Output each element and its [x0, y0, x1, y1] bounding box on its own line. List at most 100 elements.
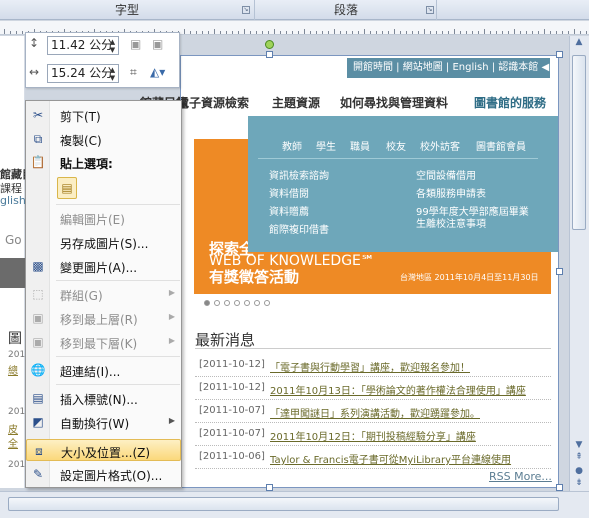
menu-item-label: 編輯圖片(E) [60, 213, 125, 227]
previous-page-icon[interactable]: ⇞ [572, 452, 586, 462]
ruler-tick [574, 29, 575, 34]
ribbon-strip: 字型 ↘ 段落 ↘ [0, 0, 589, 20]
menu-item-edit-picture[interactable]: 編輯圖片(E) [26, 207, 181, 229]
ruler-tick [292, 31, 293, 34]
ruler-tick [466, 31, 467, 34]
menu-item-hyperlink[interactable]: 🌐 超連結(I)... [26, 359, 181, 381]
ruler-tick [250, 31, 251, 34]
ruler-tick [310, 31, 311, 34]
scroll-down-icon[interactable]: ▼ [572, 440, 586, 450]
ruler-tick [244, 29, 245, 34]
ruler-tick [538, 31, 539, 34]
wrap-text-icon: ◩ [32, 415, 44, 429]
menu-item-cut[interactable]: ✂ 剪下(T) [26, 104, 181, 126]
ruler-tick [454, 29, 455, 34]
resize-handle-right[interactable] [556, 268, 563, 275]
height-spinner[interactable]: 11.42 公分 ▲ ▼ [47, 36, 119, 55]
ruler-tick [382, 31, 383, 34]
ruler-tick [268, 31, 269, 34]
ruler-tick [388, 31, 389, 34]
send-backward-icon[interactable]: ▣ [152, 37, 163, 51]
web-fragment: Go [5, 233, 22, 247]
ruler-tick [406, 31, 407, 34]
ruler-tick [430, 31, 431, 34]
menu-item-label: 複製(C) [60, 134, 102, 148]
crop-icon[interactable]: ⌗ [130, 65, 137, 80]
menu-item-insert-caption[interactable]: ▤ 插入標號(N)... [26, 387, 181, 409]
caption-icon: ▤ [32, 391, 44, 405]
paragraph-group-label: 段落 [256, 0, 437, 20]
menu-item-label: 大小及位置...(Z) [61, 446, 151, 460]
menu-item-group[interactable]: ⬚ 群組(G) ▶ [26, 283, 181, 305]
menu-item-bring-to-front[interactable]: ▣ 移到最上層(R) ▶ [26, 307, 181, 329]
rotate-handle[interactable] [265, 40, 274, 49]
ruler-tick [184, 29, 185, 34]
resize-handle-top[interactable] [266, 51, 273, 58]
menu-separator [56, 384, 180, 385]
ruler-tick [502, 31, 503, 34]
picture-mini-toolbar: ↕ 11.42 公分 ▲ ▼ ▣ ▣ ↔ 15.24 公分 ▲ ▼ ⌗ ◭▾ [25, 32, 180, 88]
paragraph-dialog-launcher-icon[interactable]: ↘ [426, 6, 434, 14]
ruler-tick [214, 29, 215, 34]
resize-handle-bottom[interactable] [266, 484, 273, 491]
web-fragment: 皮 [8, 425, 18, 436]
vertical-scroll-thumb[interactable] [572, 55, 586, 230]
menu-item-label: 超連結(I)... [60, 365, 121, 379]
font-group-label: 字型 [0, 0, 255, 20]
ruler-tick [496, 31, 497, 34]
scroll-up-icon[interactable]: ▲ [572, 37, 586, 47]
ruler-tick [328, 31, 329, 34]
ruler-tick [412, 31, 413, 34]
bring-forward-icon[interactable]: ▣ [130, 37, 141, 51]
ruler-tick [280, 31, 281, 34]
menu-item-label: 貼上選項: [60, 157, 113, 171]
ruler-tick [490, 31, 491, 34]
copy-icon: ⧉ [33, 132, 43, 146]
menu-item-save-as-picture[interactable]: 另存成圖片(S)... [26, 231, 181, 253]
ruler-tick [436, 31, 437, 34]
menu-item-label: 設定圖片格式(O)... [60, 469, 163, 483]
web-fragment: 201 [8, 407, 26, 417]
spinner-arrows-icon[interactable]: ▲ ▼ [108, 66, 117, 82]
menu-item-label: 移到最下層(K) [60, 337, 138, 351]
text-wrap-icon[interactable]: ◭▾ [150, 65, 165, 79]
ruler-tick [220, 31, 221, 34]
hyperlink-icon: 🌐 [30, 363, 46, 377]
menu-item-size-and-position[interactable]: ⧈ 大小及位置...(Z) [26, 439, 181, 461]
web-fragment: 全 [8, 439, 18, 450]
size-position-icon: ⧈ [35, 444, 43, 458]
ruler-tick [580, 31, 581, 34]
menu-item-label: 群組(G) [60, 289, 103, 303]
ruler-tick [376, 31, 377, 34]
menu-item-wrap-text[interactable]: ◩ 自動換行(W) ▶ [26, 411, 181, 433]
next-page-icon[interactable]: ⇟ [572, 478, 586, 488]
submenu-arrow-icon: ▶ [168, 336, 175, 345]
menu-separator [56, 204, 180, 205]
resize-handle-top-right[interactable] [556, 51, 563, 58]
width-spinner[interactable]: 15.24 公分 ▲ ▼ [47, 64, 119, 83]
submenu-arrow-icon: ▶ [168, 416, 175, 425]
menu-item-label: 移到最上層(R) [60, 313, 138, 327]
horizontal-scroll-thumb[interactable] [8, 497, 559, 511]
spinner-arrows-icon[interactable]: ▲ ▼ [108, 38, 117, 54]
resize-handle-bottom-right[interactable] [556, 484, 563, 491]
menu-item-format-picture[interactable]: ✎ 設定圖片格式(O)... [26, 463, 181, 485]
change-picture-icon: ▩ [32, 259, 44, 273]
ruler-tick [550, 31, 551, 34]
ruler-tick [508, 31, 509, 34]
menu-item-copy[interactable]: ⧉ 複製(C) [26, 128, 181, 150]
browse-object-icon[interactable]: ● [572, 466, 586, 476]
font-dialog-launcher-icon[interactable]: ↘ [242, 6, 250, 14]
menu-item-change-picture[interactable]: ▩ 變更圖片(A)... [26, 255, 181, 277]
menu-item-send-to-back[interactable]: ▣ 移到最下層(K) ▶ [26, 331, 181, 353]
ruler-tick [460, 31, 461, 34]
ruler-tick [370, 31, 371, 34]
paste-picture-option-icon[interactable]: ▤ [57, 177, 77, 199]
web-fragment: 圖 [8, 331, 22, 347]
ruler-tick [346, 31, 347, 34]
menu-item-label: 變更圖片(A)... [60, 261, 138, 275]
ruler-tick [394, 29, 395, 34]
ruler-tick [274, 29, 275, 34]
ruler-tick [304, 29, 305, 34]
group-icon: ⬚ [32, 287, 44, 301]
